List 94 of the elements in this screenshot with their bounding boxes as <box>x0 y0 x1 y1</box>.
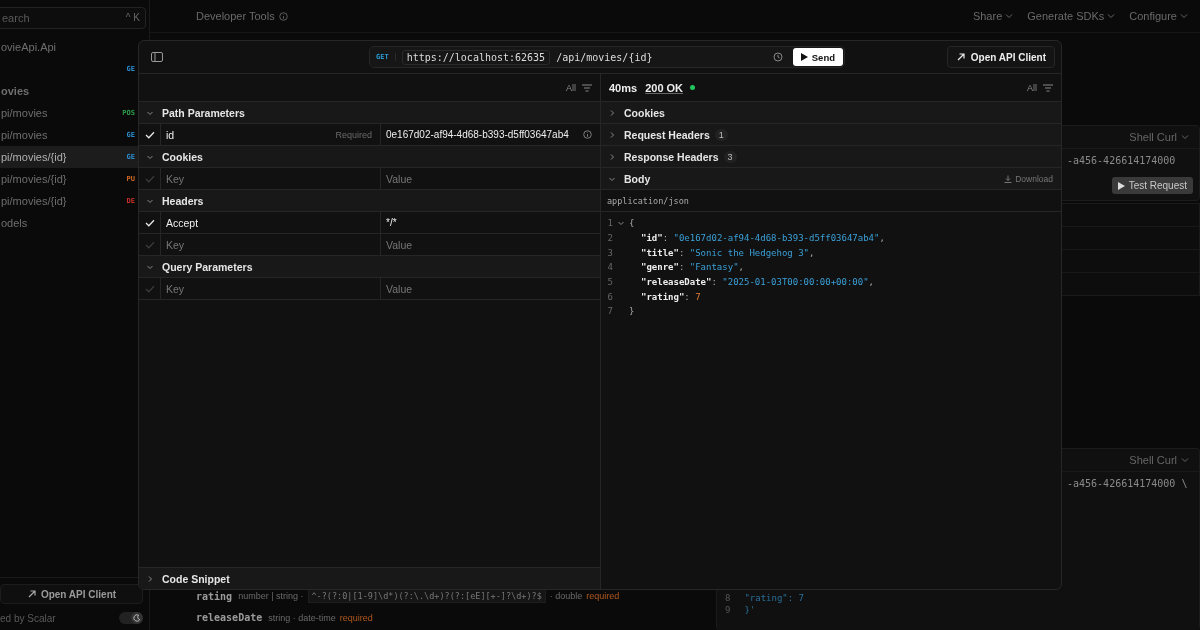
property-format: · double <box>549 591 583 601</box>
line-number: 8 <box>725 593 731 603</box>
menu-dropdown[interactable]: Share <box>972 10 1014 22</box>
chevron-icon <box>608 152 616 161</box>
count-badge: 3 <box>723 150 737 163</box>
chevron-down-icon <box>1181 457 1189 463</box>
send-button[interactable]: Send <box>792 48 843 66</box>
code-line: "title": "Sonic the Hedgehog 3", <box>640 247 815 258</box>
code-line: { <box>629 218 635 229</box>
line-number: 1 <box>606 218 613 229</box>
key-field[interactable]: Key <box>166 172 372 185</box>
check-icon <box>144 130 155 139</box>
page-title: Developer Tools <box>196 10 275 22</box>
key-field[interactable]: Key <box>166 238 372 251</box>
check-icon <box>144 240 155 249</box>
count-badge: 1 <box>714 128 728 141</box>
line-number: 7 <box>606 306 613 317</box>
chevron-down-icon <box>1180 13 1188 19</box>
code-line: "rating": 7 <box>640 291 701 302</box>
test-request-button[interactable]: Test Request <box>1111 177 1193 194</box>
chevron-down-icon <box>1005 13 1014 19</box>
chevron-down-icon <box>1181 134 1189 140</box>
param-name: id <box>166 128 175 141</box>
check-icon <box>144 284 155 293</box>
property-name: releaseDate <box>196 612 263 623</box>
section-header[interactable]: Query Parameters <box>139 256 600 278</box>
check-icon <box>144 218 155 227</box>
param-value[interactable]: */* <box>386 217 397 228</box>
info-icon <box>278 11 288 21</box>
dark-mode-toggle[interactable] <box>119 612 143 624</box>
menu-dropdown[interactable]: Generate SDKs <box>1027 10 1116 22</box>
line-number: 2 <box>606 233 613 244</box>
moon-icon <box>133 614 141 622</box>
history-icon[interactable] <box>772 52 783 62</box>
chevron-icon <box>608 130 616 139</box>
filter-icon[interactable] <box>1043 83 1053 92</box>
content-type: application/json <box>607 195 689 206</box>
line-number: 4 <box>606 262 613 273</box>
code-line: "genre": "Fantasy", <box>640 262 744 273</box>
download-link[interactable]: Download <box>1004 173 1053 184</box>
line-number: 5 <box>606 277 613 288</box>
code-line: } <box>629 306 635 317</box>
line-number: 6 <box>606 291 613 302</box>
open-api-client-button[interactable]: Open API Client <box>946 46 1055 68</box>
section-header[interactable]: Code Snippet <box>139 567 600 589</box>
section-header[interactable]: Body Download <box>601 168 1061 190</box>
line-number: 3 <box>606 247 613 258</box>
value-field[interactable]: Value <box>386 238 592 251</box>
param-value[interactable]: 0e167d02-af94-4d68-b393-d5ff03647ab4 <box>386 129 569 140</box>
section-header[interactable]: Request Headers 1 <box>601 124 1061 146</box>
section-header[interactable]: Path Parameters <box>139 102 600 124</box>
open-api-client-button[interactable]: Open API Client <box>0 584 143 604</box>
required-label: required <box>586 591 620 601</box>
value-field[interactable]: Value <box>386 172 592 185</box>
arrow-icon <box>955 52 966 62</box>
required-label: required <box>339 612 373 623</box>
property-name: rating <box>196 590 233 602</box>
chevron-down-icon <box>1107 13 1116 19</box>
status-code[interactable]: 200 OK <box>645 81 684 94</box>
chevron-icon <box>146 574 154 583</box>
property-type: number | string · <box>238 591 304 601</box>
filter-label[interactable]: All <box>566 82 576 93</box>
shortcut-hint: ^ K <box>125 12 140 23</box>
property-type: string · date-time <box>268 612 336 623</box>
chevron-icon <box>608 108 616 117</box>
server-url[interactable]: https://localhost:62635 <box>401 49 551 65</box>
request-path: /api/movies/{id} <box>556 51 653 63</box>
code-line: -a456-426614174000 <box>1067 155 1176 166</box>
play-icon <box>1117 181 1125 190</box>
check-icon <box>144 174 155 183</box>
download-icon <box>1004 174 1013 183</box>
code-line: "rating": 7 <box>744 593 805 603</box>
response-time: 40ms <box>609 81 638 94</box>
filter-icon[interactable] <box>582 83 592 92</box>
line-number: 9 <box>725 605 731 615</box>
menu-dropdown[interactable]: Configure <box>1129 10 1188 22</box>
code-line: "releaseDate": "2025-01-03T00:00:00+00:00", <box>640 277 875 288</box>
sidebar-toggle-icon[interactable] <box>151 52 163 62</box>
code-line: -a456-426614174000 \ <box>1067 478 1188 489</box>
key-field[interactable]: Key <box>166 282 372 295</box>
arrow-icon <box>26 589 37 599</box>
param-name: Accept <box>166 216 199 229</box>
code-line: }' <box>744 605 756 615</box>
required-label: Required <box>335 129 372 140</box>
fold-caret-icon[interactable] <box>617 219 625 228</box>
filter-label[interactable]: All <box>1027 82 1037 93</box>
section-header[interactable]: Cookies <box>139 146 600 168</box>
section-header[interactable]: Response Headers 3 <box>601 146 1061 168</box>
code-line: "id": "0e167d02-af94-4d68-b393-d5ff03647ab4", <box>640 233 885 244</box>
section-header[interactable]: Cookies <box>601 102 1061 124</box>
play-icon <box>800 53 808 61</box>
value-field[interactable]: Value <box>386 282 592 295</box>
section-header[interactable]: Headers <box>139 190 600 212</box>
powered-by-text: ed by Scalar <box>0 612 56 624</box>
